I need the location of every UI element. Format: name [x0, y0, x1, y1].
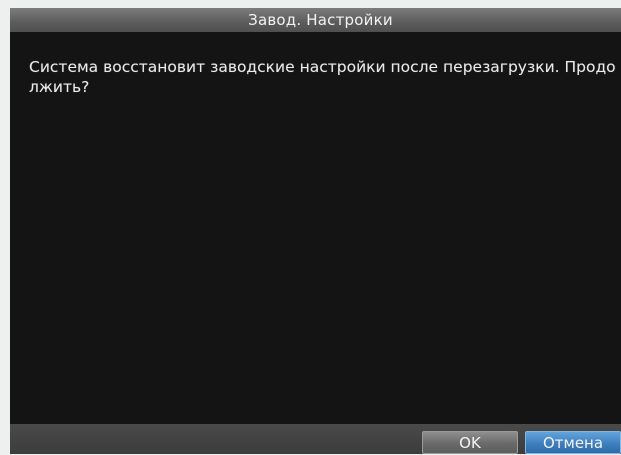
- factory-reset-dialog: Завод. Настройки Система восстановит зав…: [10, 8, 621, 454]
- ok-button[interactable]: OK: [422, 431, 518, 454]
- dialog-title-bar: Завод. Настройки: [10, 8, 621, 32]
- confirmation-message: Система восстановит заводские настройки …: [29, 58, 616, 96]
- dialog-title: Завод. Настройки: [248, 11, 393, 29]
- cancel-button[interactable]: Отмена: [525, 431, 621, 454]
- dialog-button-bar: OK Отмена: [10, 424, 621, 454]
